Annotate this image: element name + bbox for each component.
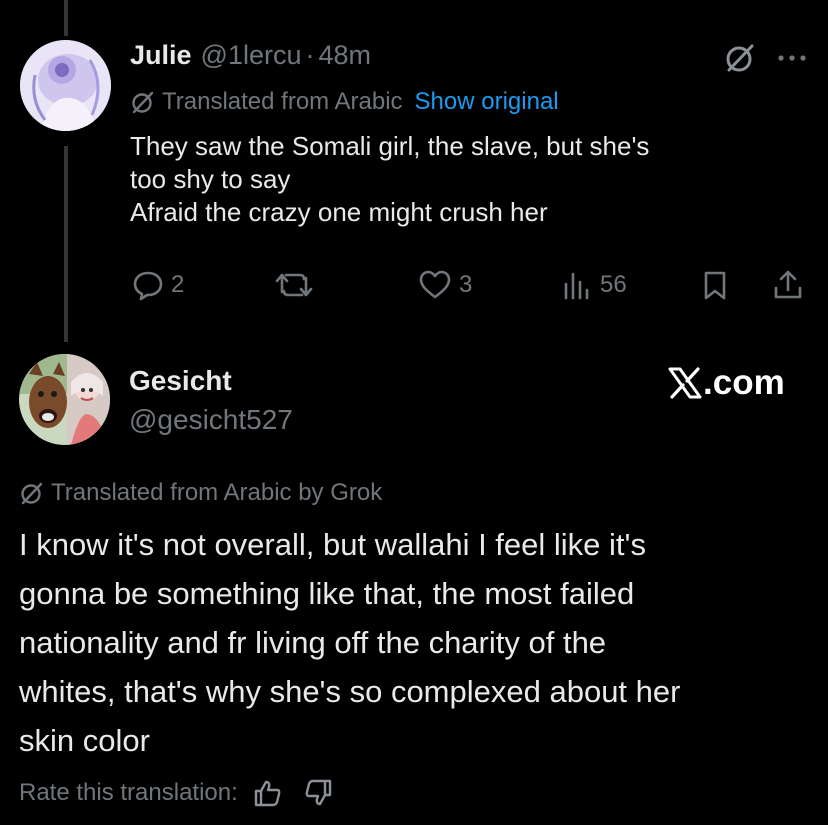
thumbs-down-icon[interactable]	[304, 778, 334, 808]
quoted-text-line: gonna be something like that, the most f…	[19, 576, 635, 611]
rate-translation-row: Rate this translation:	[19, 776, 334, 810]
rate-translation-label: Rate this translation:	[19, 779, 238, 806]
quoted-text-line: skin color	[19, 723, 150, 758]
quoted-avatar[interactable]	[19, 354, 110, 445]
quoted-author-handle[interactable]: @gesicht527	[129, 403, 293, 437]
bookmark-icon	[704, 271, 726, 300]
reply-author-handle[interactable]: @1lercu	[201, 40, 302, 71]
reply-separator: ·	[305, 40, 315, 70]
quoted-translate-grok-icon	[19, 480, 45, 506]
thumbs-up-icon[interactable]	[252, 778, 282, 808]
grok-icon[interactable]	[724, 42, 756, 74]
reply-translated-label: Translated from Arabic	[162, 88, 403, 115]
reply-count: 2	[171, 271, 185, 298]
show-original-link[interactable]: Show original	[415, 88, 559, 116]
quoted-avatar-image	[19, 354, 110, 445]
translate-grok-icon	[130, 89, 156, 115]
quoted-text-line: I know it's not overall, but wallahi I f…	[19, 527, 646, 562]
quoted-text-line: nationality and fr living off the charit…	[19, 625, 607, 660]
like-icon	[419, 270, 451, 299]
reply-text-line: They saw the Somali girl, the slave, but…	[130, 131, 650, 161]
repost-icon	[275, 273, 313, 297]
quoted-text-line: whites, that's why she's so complexed ab…	[19, 674, 681, 709]
reply-avatar-image	[20, 40, 111, 131]
x-logo-icon	[668, 367, 702, 399]
reply-author-name[interactable]: Julie	[130, 40, 192, 71]
like-action[interactable]: 3	[417, 268, 472, 302]
like-count: 3	[459, 271, 473, 298]
repost-action[interactable]	[274, 268, 320, 302]
reply-icon	[133, 271, 163, 301]
more-icon[interactable]	[775, 51, 809, 63]
reply-text: They saw the Somali girl, the slave, but…	[130, 130, 810, 229]
x-brand-logo: .com	[668, 363, 785, 403]
share-icon	[774, 270, 802, 299]
reply-text-line: Afraid the crazy one might crush her	[130, 197, 548, 227]
quoted-text: I know it's not overall, but wallahi I f…	[19, 520, 809, 765]
quoted-translated-row: Translated from Arabic by Grok	[19, 478, 382, 508]
views-count: 56	[600, 271, 627, 298]
quoted-author-name[interactable]: Gesicht	[129, 364, 232, 398]
brand-text: .com	[703, 363, 785, 402]
share-action[interactable]	[771, 268, 805, 302]
reply-text-line: too shy to say	[130, 164, 291, 194]
reply-header: Julie @1lercu · 48m	[130, 40, 371, 74]
views-action[interactable]: 56	[560, 268, 627, 302]
bookmark-action[interactable]	[700, 268, 730, 302]
reply-action[interactable]: 2	[131, 268, 184, 302]
reply-timestamp[interactable]: 48m	[318, 40, 371, 71]
thread-line-bottom	[64, 146, 68, 342]
views-icon	[564, 272, 589, 300]
thread-line-top	[64, 0, 68, 36]
reply-avatar[interactable]	[20, 40, 111, 131]
quoted-translated-label: Translated from Arabic by Grok	[51, 479, 383, 506]
reply-translated-row: Translated from Arabic Show original	[130, 86, 559, 118]
